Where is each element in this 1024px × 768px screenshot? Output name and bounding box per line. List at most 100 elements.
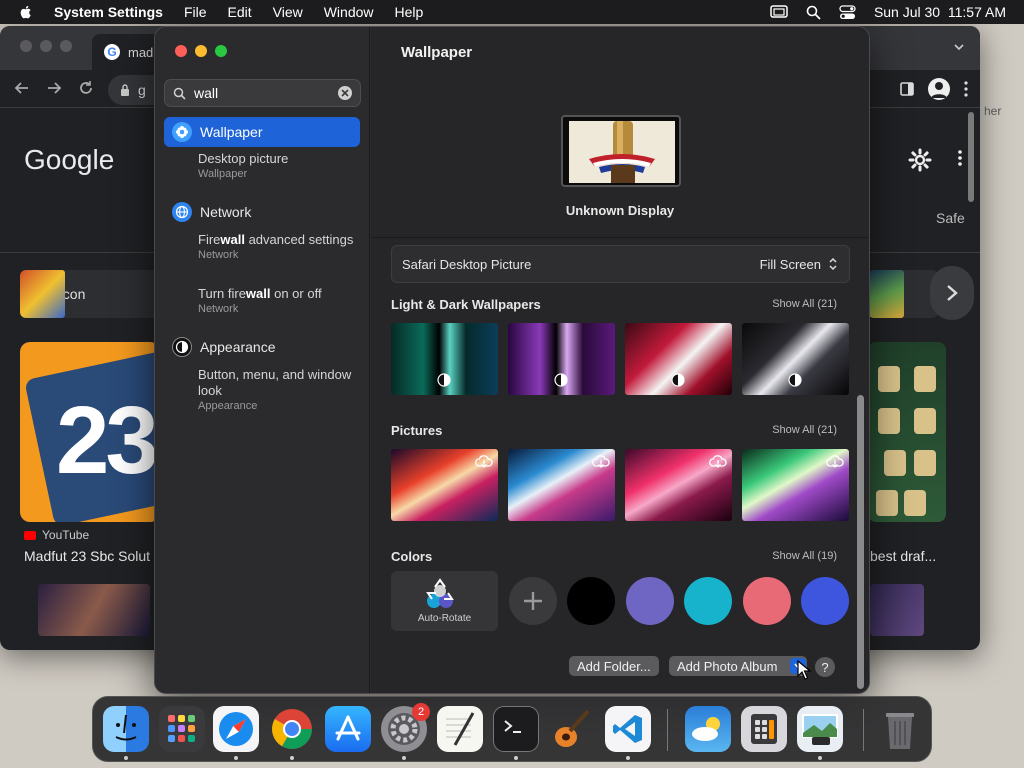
dock-trash[interactable] [877,706,923,752]
dock [92,696,932,762]
dock-terminal[interactable] [493,706,539,752]
chrome-zoom-button[interactable] [60,40,72,52]
window-menu[interactable]: Window [324,4,374,20]
edit-menu[interactable]: Edit [228,4,252,20]
squad-image-thumbnail[interactable] [868,342,946,522]
app-name-menu[interactable]: System Settings [54,4,163,20]
apps-kebab-icon[interactable] [958,150,962,166]
launchpad-grid-icon [168,715,195,742]
search-chip-future-icon[interactable]: future icon [20,270,170,318]
running-indicator [402,756,406,760]
dock-vscode[interactable] [605,706,651,752]
sidebar-item-wallpaper[interactable]: Wallpaper [164,117,360,147]
chrome-close-button[interactable] [20,40,32,52]
video-thumbnail-2[interactable] [38,584,150,636]
reload-icon[interactable] [78,80,94,96]
popup-stepper-icon [829,257,837,271]
back-arrow-icon[interactable] [14,80,30,96]
minimize-button[interactable] [195,45,207,57]
color-swatch[interactable] [743,577,791,625]
notification-badge: 2 [412,703,430,721]
add-folder-button[interactable]: Add Folder... [569,656,659,676]
result-title: Button, menu, and window look [198,367,352,398]
title-pre: Turn fire [198,286,246,301]
wallpaper-thumb-picture-2[interactable] [508,449,615,521]
cloud-download-icon [826,455,844,468]
fill-mode-popup[interactable]: Fill Screen [760,256,839,272]
zoom-button[interactable] [215,45,227,57]
dock-preview[interactable] [797,706,843,752]
result-title-right[interactable]: best draf... [870,548,936,564]
chip-thumbnail [20,270,65,318]
search-result-firewall-toggle[interactable]: Turn firewall on or off Network [198,286,358,316]
side-panel-icon[interactable] [900,82,914,96]
scrollbar-thumb[interactable] [968,112,974,202]
chrome-scrollbar[interactable] [968,112,976,648]
tab-search-chevron-icon[interactable] [952,40,966,54]
search-result-button-menu-look[interactable]: Button, menu, and window look Appearance [198,367,358,413]
search-input[interactable] [194,85,334,101]
dock-garageband[interactable] [549,706,595,752]
wallpaper-thumb-light-dark-4[interactable] [742,323,849,395]
chip-thumbnail [868,270,904,318]
clear-search-button[interactable] [338,86,352,100]
pane-scrollbar[interactable] [857,395,865,693]
dock-app-store[interactable] [325,706,371,752]
settings-search-field[interactable] [164,79,361,107]
youtube-video-thumbnail[interactable]: 23 [20,342,160,522]
wallpaper-thumb-light-dark-1[interactable] [391,323,498,395]
wallpaper-thumb-light-dark-2[interactable] [508,323,615,395]
wallpaper-source-name: Safari Desktop Picture [402,256,532,272]
help-menu[interactable]: Help [395,4,424,20]
show-all-colors-button[interactable]: Show All (19) [747,550,837,562]
spotlight-search-icon[interactable] [806,5,821,20]
file-menu[interactable]: File [184,4,207,20]
chrome-tab[interactable]: G mad [92,34,162,70]
add-photo-album-button[interactable]: Add Photo Album [669,656,807,676]
dock-weather[interactable] [685,706,731,752]
wallpaper-pane: Wallpaper Unknown Display Safari Desktop… [371,27,869,693]
auto-rotate-tile[interactable]: Auto-Rotate [391,571,498,631]
dock-textedit[interactable] [437,706,483,752]
wallpaper-thumb-picture-3[interactable] [625,449,732,521]
add-color-button[interactable] [509,577,557,625]
apple-menu-icon[interactable] [18,4,34,20]
search-result-firewall-advanced[interactable]: Firewall advanced settings Network [198,232,358,262]
color-swatch[interactable] [567,577,615,625]
chrome-menu-kebab-icon[interactable] [964,81,968,97]
dock-calculator[interactable] [741,706,787,752]
screen-mirroring-icon[interactable] [770,5,788,19]
chrome-minimize-button[interactable] [40,40,52,52]
dock-safari[interactable] [213,706,259,752]
profile-avatar[interactable] [928,78,950,100]
search-chip-right[interactable]: ca [868,270,938,318]
result-thumbnail-right-2[interactable] [870,584,924,636]
sidebar-item-network[interactable]: Network [164,197,360,227]
wallpaper-thumb-picture-4[interactable] [742,449,849,521]
color-swatch[interactable] [626,577,674,625]
window-controls [175,45,227,57]
view-menu[interactable]: View [273,4,303,20]
thumbnail-graphic: 23 [56,387,159,494]
dock-finder[interactable] [103,706,149,752]
color-swatch[interactable] [684,577,732,625]
color-swatch[interactable] [801,577,849,625]
sidebar-item-appearance[interactable]: Appearance [164,332,360,362]
show-all-light-dark-button[interactable]: Show All (21) [747,298,837,310]
clock[interactable]: Sun Jul 30 11:57 AM [874,4,1006,20]
settings-gear-icon[interactable] [908,148,932,172]
textedit-icon [446,712,475,746]
wallpaper-thumb-picture-1[interactable] [391,449,498,521]
search-result-desktop-picture[interactable]: Desktop picture Wallpaper [198,151,358,181]
show-all-pictures-button[interactable]: Show All (21) [747,424,837,436]
control-center-icon[interactable] [839,4,856,20]
safe-search-label[interactable]: Safe [936,210,965,226]
dock-chrome[interactable] [269,706,315,752]
video-title[interactable]: Madfut 23 Sbc Solut [24,548,150,564]
wallpaper-thumb-light-dark-3[interactable] [625,323,732,395]
close-button[interactable] [175,45,187,57]
dock-launchpad[interactable] [159,706,205,752]
forward-arrow-icon[interactable] [46,80,62,96]
scrollbar-thumb[interactable] [857,395,864,689]
help-button[interactable]: ? [815,657,835,677]
